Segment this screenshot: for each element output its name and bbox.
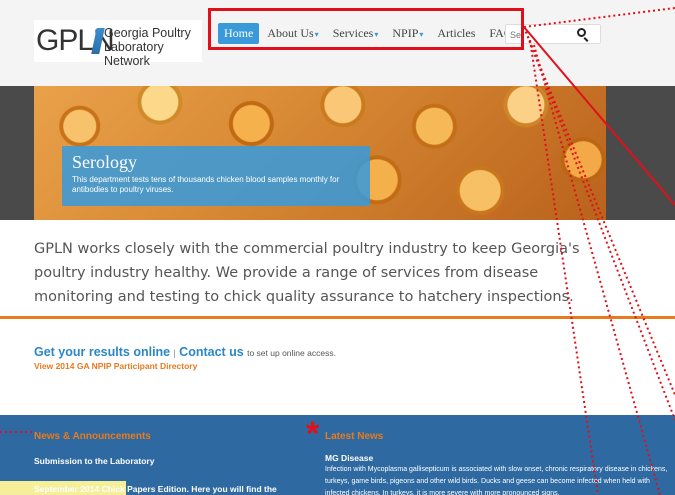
latest-news-headline[interactable]: MG Disease xyxy=(325,453,373,463)
site-header: GPLN Georgia Poultry Laboratory Network … xyxy=(0,0,675,86)
contact-us-link[interactable]: Contact us xyxy=(179,345,244,359)
latest-news-body: Infection with Mycoplasma gallisepticum … xyxy=(325,466,668,495)
get-results-link[interactable]: Get your results online xyxy=(34,345,170,359)
gpln-logo[interactable]: GPLN Georgia Poultry Laboratory Network xyxy=(34,20,202,68)
latest-news-title: Latest News xyxy=(325,431,384,442)
logo-line-2: Laboratory Network xyxy=(104,40,164,68)
main-nav: Home About Us▾ Services▾ NPIP▾ Articles … xyxy=(218,22,525,44)
search-box xyxy=(505,24,601,44)
intro-text: GPLN works closely with the commercial p… xyxy=(34,241,580,305)
news-title: News & Announcements xyxy=(34,431,151,442)
asterisk-annotation-icon: * xyxy=(306,415,320,453)
chevron-down-icon: ▾ xyxy=(419,29,424,39)
nav-npip-label: NPIP xyxy=(392,25,419,40)
chevron-down-icon: ▾ xyxy=(314,29,319,39)
hero-description: This department tests tens of thousands … xyxy=(72,175,340,194)
section-divider xyxy=(0,316,675,319)
news-item[interactable]: Submission to the Laboratory xyxy=(34,456,154,466)
chevron-down-icon: ▾ xyxy=(374,29,379,39)
npip-directory-link[interactable]: View 2014 GA NPIP Participant Directory xyxy=(34,361,197,371)
nav-home[interactable]: Home xyxy=(218,22,260,44)
news-item[interactable]: September 2014 Chick Papers Edition. Her… xyxy=(34,484,277,494)
search-input[interactable] xyxy=(506,26,576,44)
logo-text: Georgia Poultry Laboratory Network xyxy=(104,26,202,68)
nav-home-label: Home xyxy=(224,25,254,40)
nav-services-label: Services xyxy=(332,25,374,40)
search-icon[interactable] xyxy=(577,28,586,37)
logo-line-1: Georgia Poultry xyxy=(104,26,191,40)
nav-about-us-label: About Us xyxy=(267,25,314,40)
cta-suffix: to set up online access. xyxy=(247,348,336,358)
hero-title: Serology xyxy=(72,152,137,172)
hero-caption[interactable]: Serology This department tests tens of t… xyxy=(62,146,370,206)
cta-separator: | xyxy=(173,348,176,358)
nav-about-us[interactable]: About Us▾ xyxy=(261,23,324,44)
results-cta: Get your results online | Contact us to … xyxy=(34,345,336,359)
nav-services[interactable]: Services▾ xyxy=(327,23,385,44)
nav-articles-label: Articles xyxy=(437,25,476,40)
nav-npip[interactable]: NPIP▾ xyxy=(386,23,429,44)
nav-articles[interactable]: Articles xyxy=(431,23,481,44)
